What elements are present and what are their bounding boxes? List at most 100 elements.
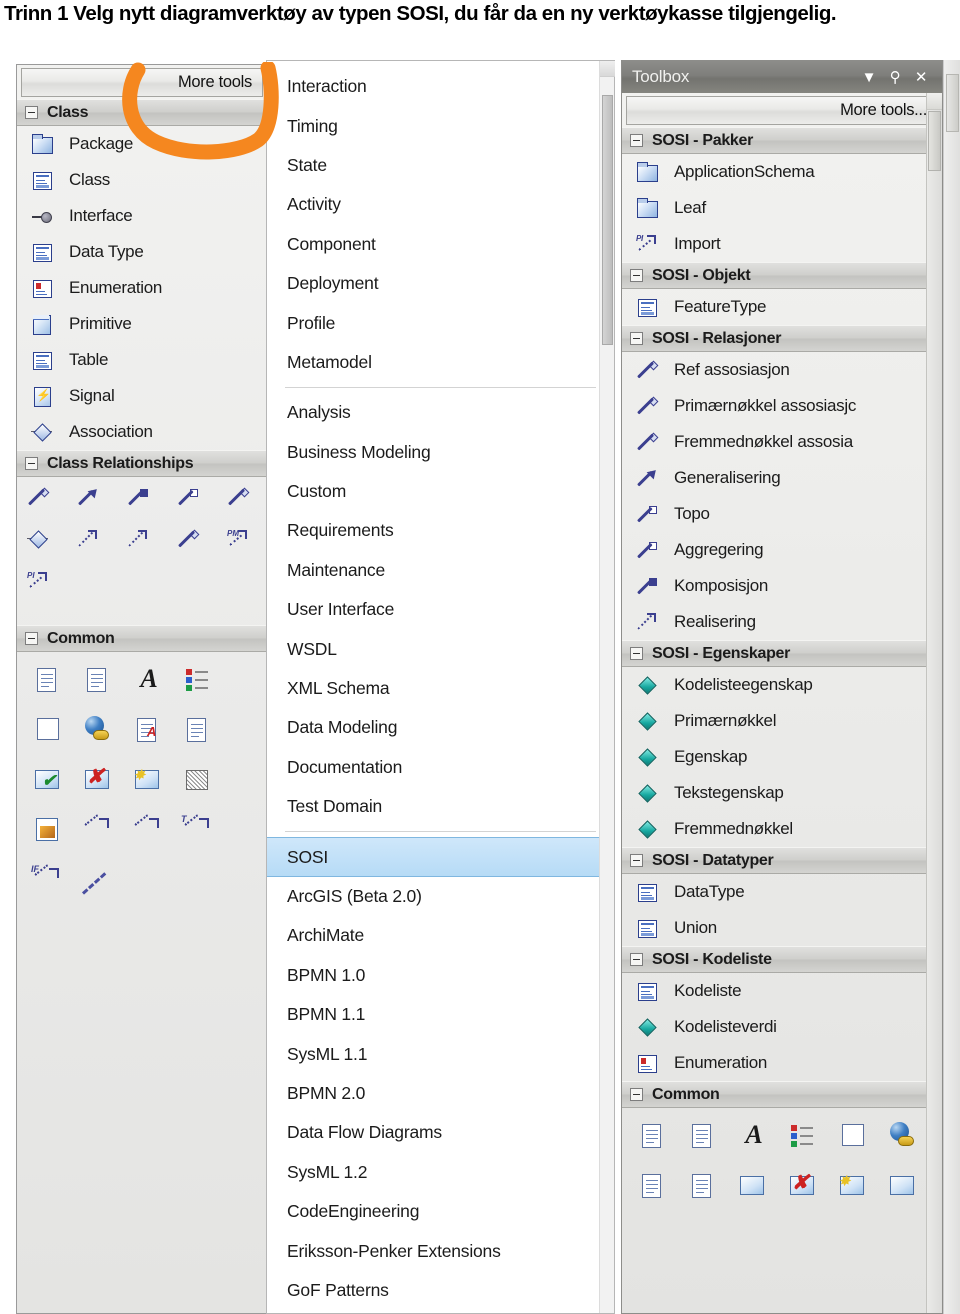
menu-item-activity[interactable]: Activity — [267, 185, 614, 224]
menu-item-eriksson-penker-extensions[interactable]: Eriksson-Penker Extensions — [267, 1231, 614, 1270]
screen-icon[interactable] — [175, 758, 225, 808]
trace-icon[interactable]: T — [175, 808, 225, 858]
menu-item-timing[interactable]: Timing — [267, 106, 614, 145]
associate-icon[interactable] — [27, 487, 77, 529]
tool-item-class[interactable]: Class — [17, 162, 267, 198]
menu-item-bpmn-1-0[interactable]: BPMN 1.0 — [267, 956, 614, 995]
menu-item-documentation[interactable]: Documentation — [267, 748, 614, 787]
screen-icon[interactable] — [730, 1164, 780, 1214]
tool-item-komposisjon[interactable]: Komposisjon — [622, 568, 942, 604]
collapse-icon[interactable] — [630, 854, 643, 867]
menu-item-test-domain[interactable]: Test Domain — [267, 787, 614, 826]
collapse-icon[interactable] — [630, 647, 643, 660]
tool-item-union[interactable]: Union — [622, 910, 942, 946]
menu-item-gof-patterns[interactable]: GoF Patterns — [267, 1271, 614, 1310]
document-icon[interactable] — [680, 1164, 730, 1214]
section-header-common[interactable]: Common — [17, 625, 267, 652]
menu-item-custom[interactable]: Custom — [267, 472, 614, 511]
menu-item-data-modeling[interactable]: Data Modeling — [267, 708, 614, 747]
text-icon[interactable]: A — [730, 1114, 780, 1164]
section-header-sosi-objekt[interactable]: SOSI - Objekt — [622, 262, 942, 289]
section-header-sosi-pakker[interactable]: SOSI - Pakker — [622, 127, 942, 154]
delete-image-icon[interactable]: ✘ — [75, 758, 125, 808]
scroll-up-button[interactable] — [927, 93, 942, 110]
scrollbar-thumb[interactable] — [602, 95, 613, 345]
web-hyperlink-icon[interactable] — [880, 1114, 930, 1164]
tool-item-primærnøkkel-assosiasjc[interactable]: Primærnøkkel assosiasjc — [622, 388, 942, 424]
toolbox-more-tools-button[interactable]: More tools... — [626, 96, 938, 125]
tool-item-realisering[interactable]: Realisering — [622, 604, 942, 640]
web-hyperlink-icon[interactable] — [75, 708, 125, 758]
note-link-icon[interactable] — [75, 658, 125, 708]
menu-item-maintenance[interactable]: Maintenance — [267, 551, 614, 590]
menu-item-wsdl[interactable]: WSDL — [267, 629, 614, 668]
scrollbar-thumb[interactable] — [946, 74, 959, 132]
tool-item-kodelisteverdi[interactable]: Kodelisteverdi — [622, 1009, 942, 1045]
tool-item-package[interactable]: Package — [17, 126, 267, 162]
toolbox-scrollbar[interactable] — [926, 93, 942, 1313]
collapse-icon[interactable] — [25, 106, 38, 119]
menu-item-data-flow-diagrams[interactable]: Data Flow Diagrams — [267, 1113, 614, 1152]
menu-scrollbar[interactable] — [599, 61, 615, 1313]
collapse-icon[interactable] — [630, 1088, 643, 1101]
tool-item-data-type[interactable]: Data Type — [17, 234, 267, 270]
menu-item-xml-schema[interactable]: XML Schema — [267, 669, 614, 708]
tool-item-import[interactable]: PI Import — [622, 226, 942, 262]
section-header-common[interactable]: Common — [622, 1081, 942, 1108]
menu-item-arcgis-beta-2-0[interactable]: ArcGIS (Beta 2.0) — [267, 877, 614, 916]
tool-item-primitive[interactable]: Primitive — [17, 306, 267, 342]
left-more-tools-button[interactable]: More tools — [21, 68, 263, 97]
delete-image-icon[interactable]: ✘ — [780, 1164, 830, 1214]
menu-item-analysis[interactable]: Analysis — [267, 393, 614, 432]
checklist-icon[interactable]: ✔ — [25, 758, 75, 808]
tool-item-signal[interactable]: Signal — [17, 378, 267, 414]
tool-item-association[interactable]: Association — [17, 414, 267, 450]
information-flow-icon[interactable]: IF — [25, 858, 75, 908]
section-header-sosi-relasjoner[interactable]: SOSI - Relasjoner — [622, 325, 942, 352]
diagram-note-icon[interactable] — [25, 708, 75, 758]
menu-item-sysml-1-2[interactable]: SysML 1.2 — [267, 1153, 614, 1192]
section-header-sosi-kodeliste[interactable]: SOSI - Kodeliste — [622, 946, 942, 973]
tool-item-enumeration[interactable]: Enumeration — [17, 270, 267, 306]
close-icon[interactable]: ✕ — [908, 65, 934, 89]
package-import-icon[interactable]: PI — [27, 571, 77, 613]
menu-item-state[interactable]: State — [267, 146, 614, 185]
assembly-icon[interactable] — [27, 529, 77, 571]
image-icon[interactable] — [880, 1164, 930, 1214]
menu-item-bpmn-1-1[interactable]: BPMN 1.1 — [267, 995, 614, 1034]
tool-item-enumeration[interactable]: Enumeration — [622, 1045, 942, 1081]
legend-icon[interactable] — [780, 1114, 830, 1164]
new-diagram-icon[interactable]: ✸ — [125, 758, 175, 808]
chevron-down-icon[interactable]: ▼ — [856, 65, 882, 89]
tool-item-featuretype[interactable]: FeatureType — [622, 289, 942, 325]
menu-item-sosi[interactable]: SOSI — [267, 837, 614, 877]
document-icon[interactable] — [175, 708, 225, 758]
menu-item-metamodel[interactable]: Metamodel — [267, 343, 614, 382]
constraint-icon[interactable]: A — [125, 708, 175, 758]
tool-item-kodelisteegenskap[interactable]: Kodelisteegenskap — [622, 667, 942, 703]
note-icon[interactable] — [25, 658, 75, 708]
dependency-icon[interactable] — [127, 529, 177, 571]
text-icon[interactable]: A — [125, 658, 175, 708]
pin-icon[interactable]: ⚲ — [882, 65, 908, 89]
collapse-icon[interactable] — [630, 269, 643, 282]
tool-item-topo[interactable]: Topo — [622, 496, 942, 532]
note-icon[interactable] — [630, 1114, 680, 1164]
tool-item-primærnøkkel[interactable]: Primærnøkkel — [622, 703, 942, 739]
tool-item-aggregering[interactable]: Aggregering — [622, 532, 942, 568]
menu-item-business-modeling[interactable]: Business Modeling — [267, 433, 614, 472]
new-diagram-icon[interactable]: ✸ — [830, 1164, 880, 1214]
collapse-icon[interactable] — [25, 457, 38, 470]
aggregate-icon[interactable] — [177, 487, 227, 529]
tool-item-egenskap[interactable]: Egenskap — [622, 739, 942, 775]
window-scrollbar[interactable] — [943, 60, 960, 1314]
menu-item-profile[interactable]: Profile — [267, 303, 614, 342]
menu-item-user-interface[interactable]: User Interface — [267, 590, 614, 629]
menu-item-archimate[interactable]: ArchiMate — [267, 916, 614, 955]
menu-item-component[interactable]: Component — [267, 225, 614, 264]
tool-item-generalisering[interactable]: Generalisering — [622, 460, 942, 496]
note-link-icon[interactable] — [680, 1114, 730, 1164]
section-header-sosi-egenskaper[interactable]: SOSI - Egenskaper — [622, 640, 942, 667]
tool-item-datatype[interactable]: DataType — [622, 874, 942, 910]
image-icon[interactable] — [25, 808, 75, 858]
